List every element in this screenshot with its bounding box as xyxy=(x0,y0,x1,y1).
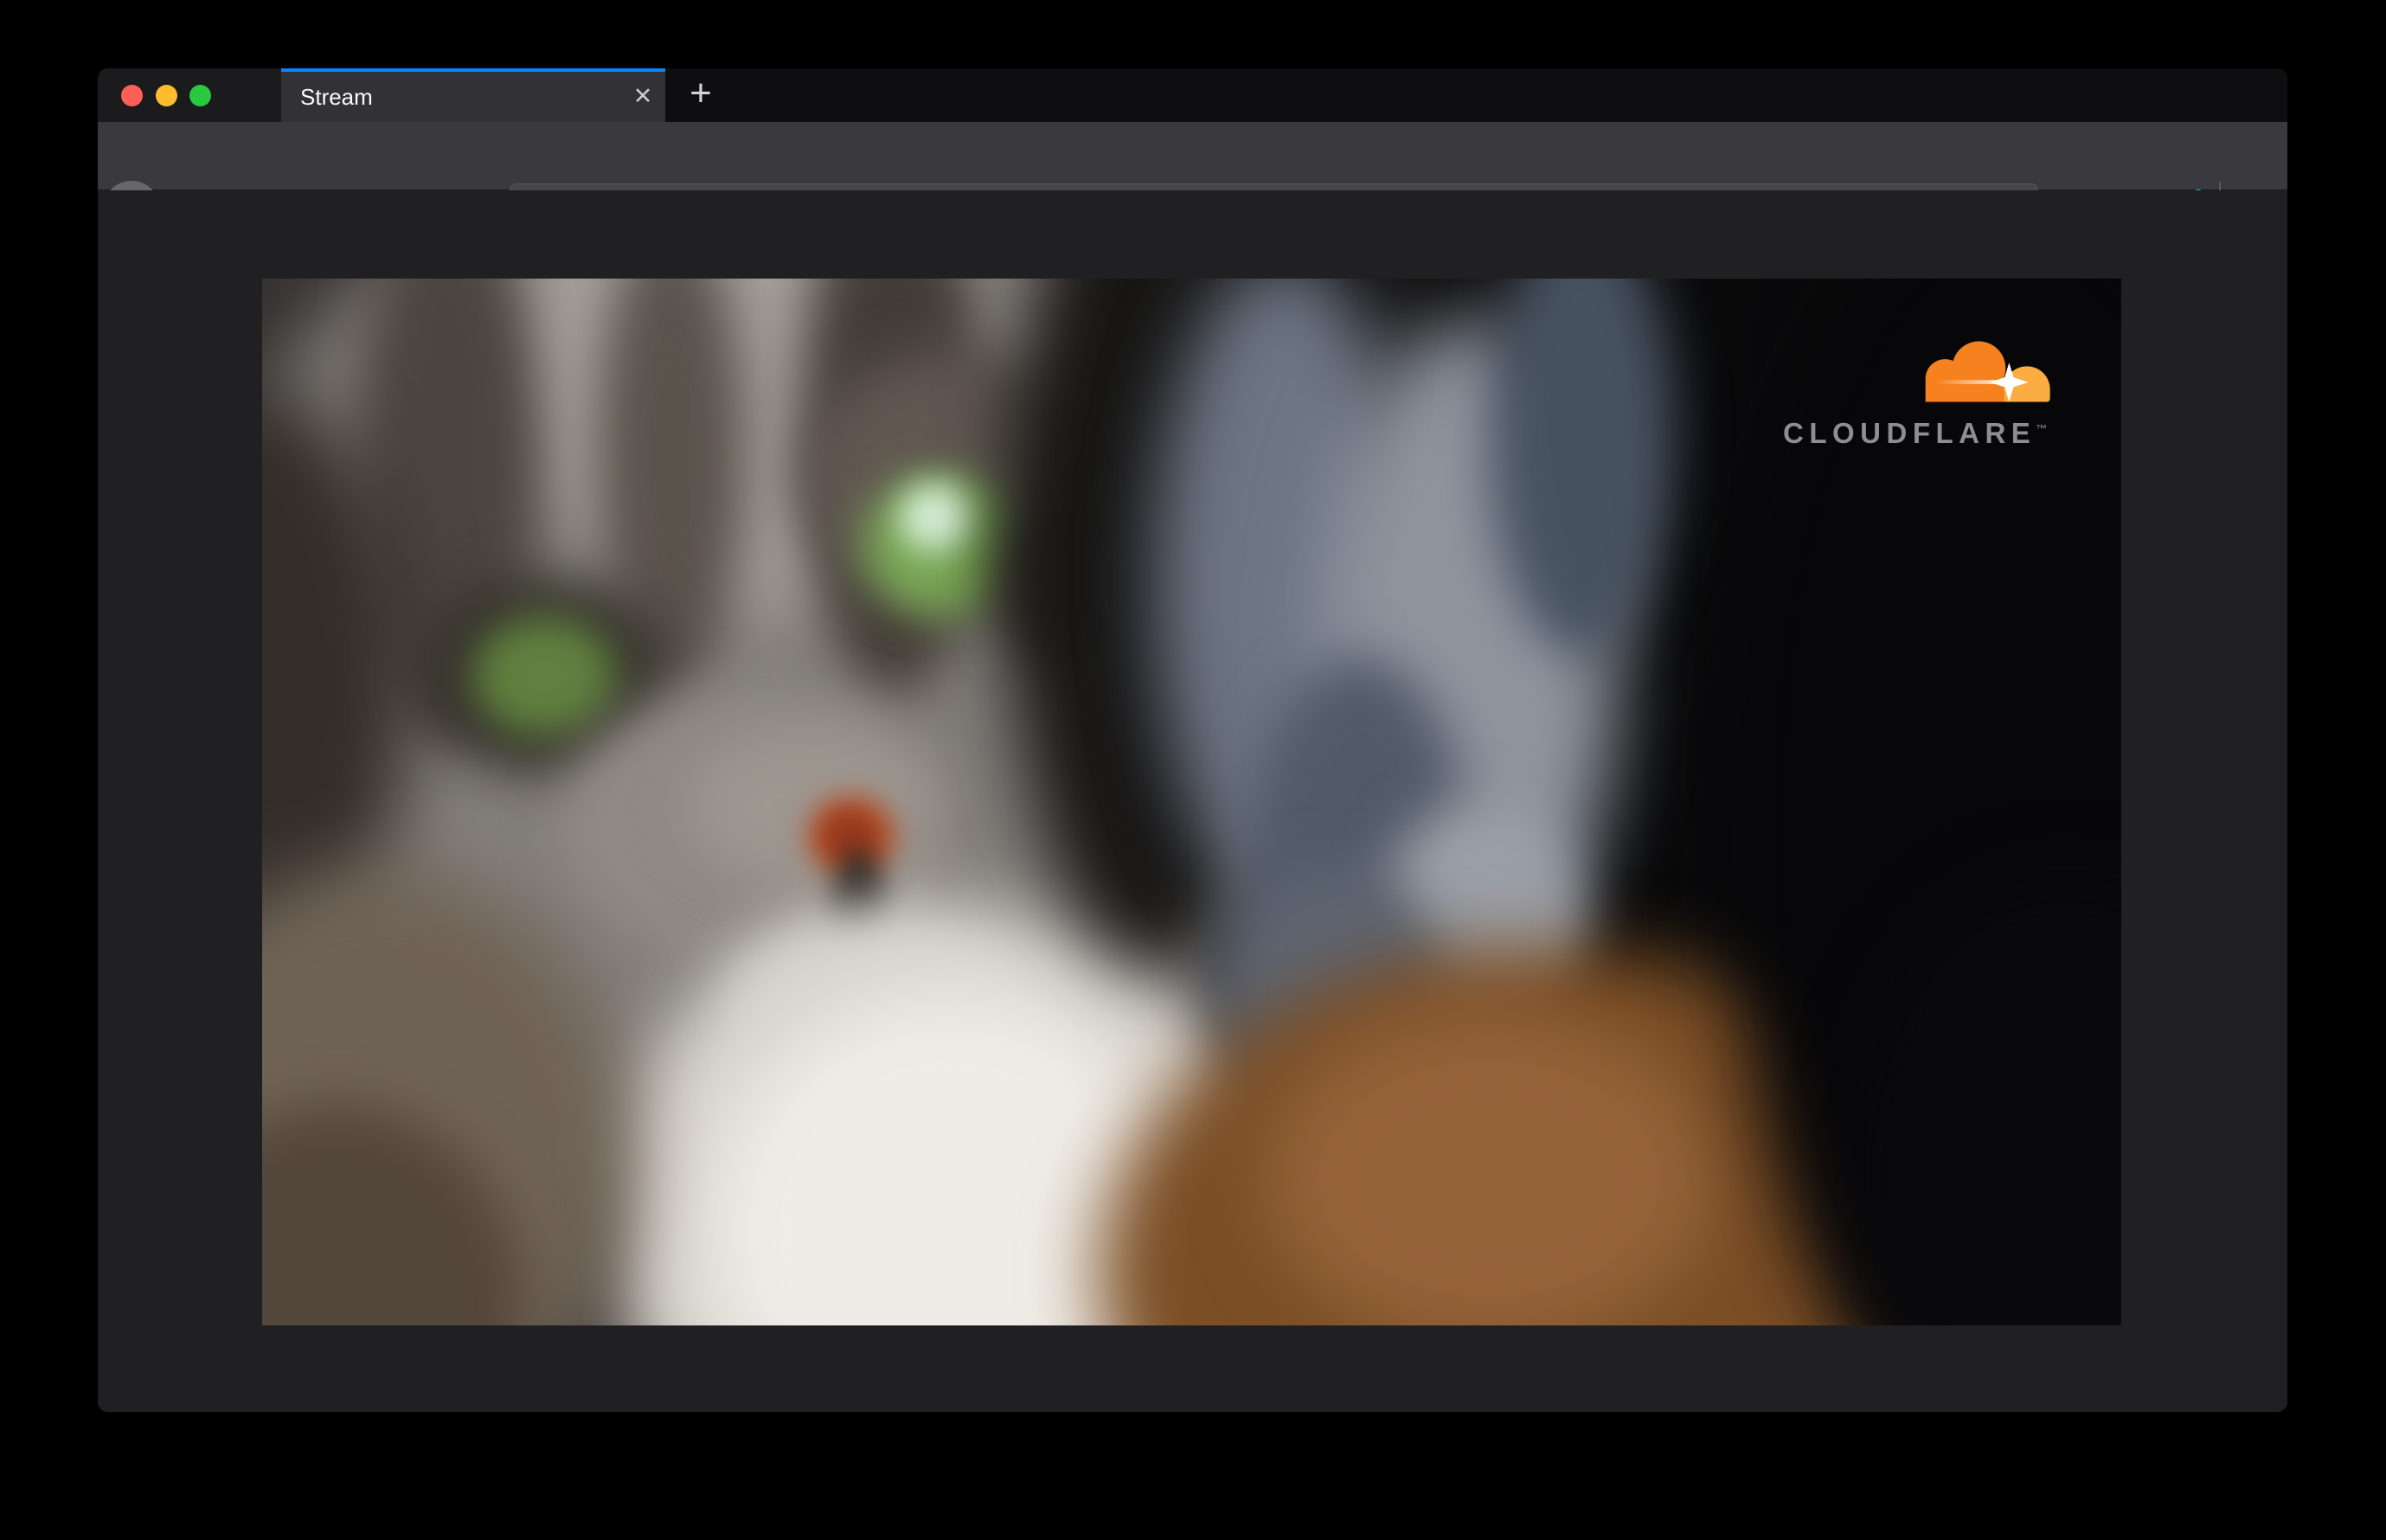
minimize-window-button[interactable] xyxy=(156,85,177,106)
video-art-blob xyxy=(471,615,618,736)
browser-window: Stream ✕ + CLOUDFLARE™ xyxy=(98,68,2287,1412)
video-art-blob xyxy=(900,484,971,551)
video-player[interactable]: CLOUDFLARE™ xyxy=(262,279,2121,1325)
new-tab-button[interactable]: + xyxy=(672,68,729,122)
close-window-button[interactable] xyxy=(121,85,143,106)
zoom-window-button[interactable] xyxy=(189,85,211,106)
cloudflare-brand-text: CLOUDFLARE xyxy=(1783,417,2036,449)
cloudflare-cloud-icon xyxy=(1925,341,2050,402)
navigation-toolbar: https://watch.cloudflarestream.com/11859… xyxy=(98,122,2287,241)
video-art-blob xyxy=(690,728,932,886)
cloudflare-tm-mark: ™ xyxy=(2036,422,2048,435)
tab-stream[interactable]: Stream ✕ xyxy=(281,68,665,122)
tab-close-icon[interactable]: ✕ xyxy=(624,72,662,122)
tab-bar: Stream ✕ + xyxy=(98,68,2287,122)
page-content: CLOUDFLARE™ xyxy=(98,190,2287,1412)
video-art-blob xyxy=(1266,1011,1713,1325)
titlebar-traffic-zone xyxy=(98,68,281,122)
tab-title: Stream xyxy=(300,84,373,110)
cloudflare-wordmark: CLOUDFLARE™ xyxy=(1783,417,2073,450)
